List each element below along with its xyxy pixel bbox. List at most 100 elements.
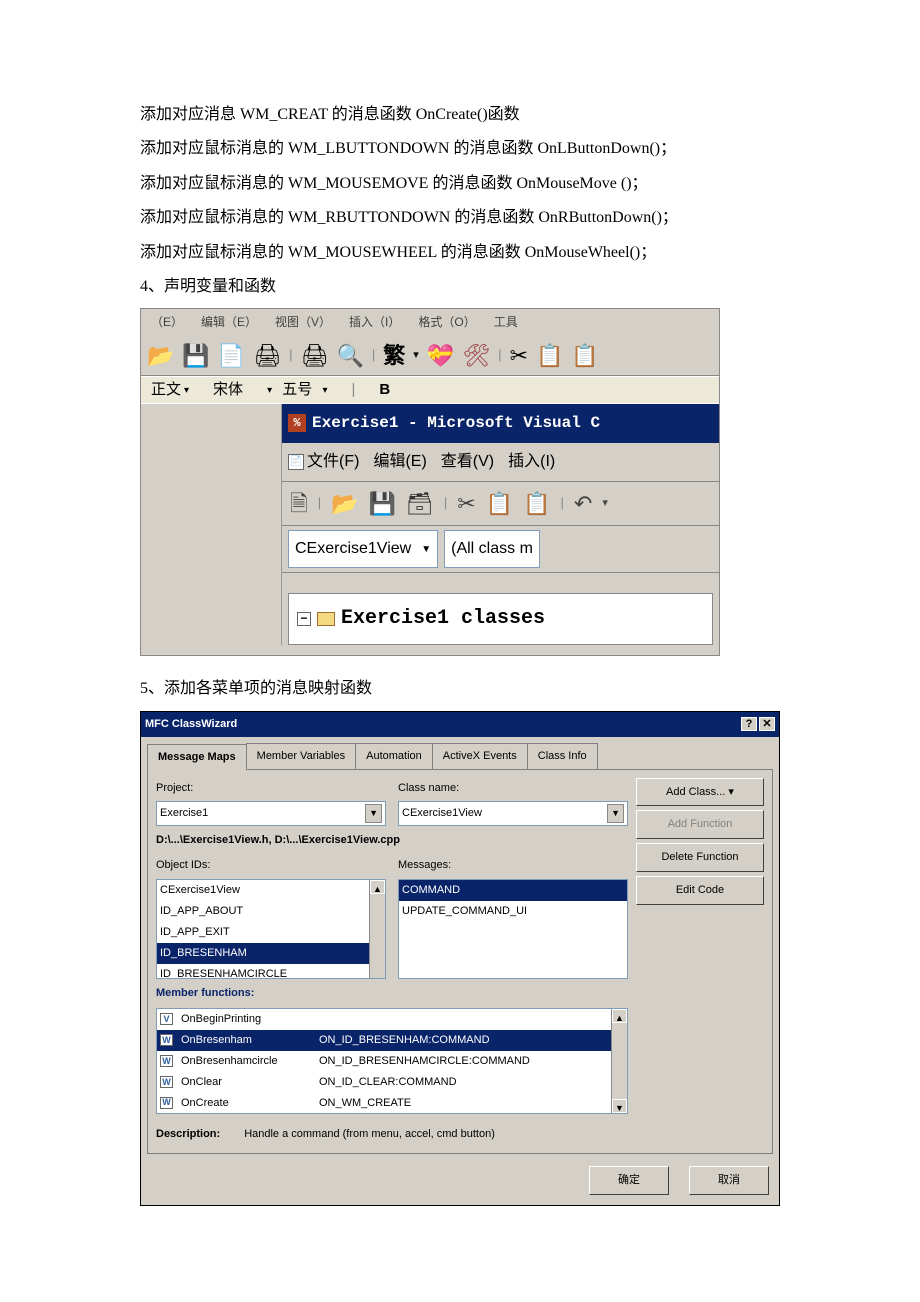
para-5: 添加对应鼠标消息的 WM_MOUSEWHEEL 的消息函数 OnMouseWhe… — [140, 238, 780, 268]
copy2-icon[interactable]: 📋 — [486, 483, 513, 525]
open-icon[interactable]: 📂 — [147, 335, 174, 377]
list-item[interactable]: ID_BRESENHAMCIRCLE — [157, 964, 385, 979]
style-name-combo[interactable]: 正文▾ — [151, 376, 189, 405]
list-item[interactable]: UPDATE_COMMAND_UI — [399, 901, 627, 922]
add-class-button[interactable]: Add Class... ▾ — [636, 778, 764, 807]
delete-function-button[interactable]: Delete Function — [636, 843, 764, 872]
list-item[interactable]: ID_APP_EXIT — [157, 922, 385, 943]
project-combo[interactable]: Exercise1 ▼ — [156, 801, 386, 826]
windows-msg-icon: W — [160, 1034, 173, 1046]
cut-icon[interactable]: ✂ — [510, 335, 528, 377]
classname-label: Class name: — [398, 778, 628, 799]
desc-label: Description: — [156, 1124, 220, 1145]
outer-menu-item[interactable]: 插入（I） — [349, 311, 400, 334]
vs-menu-insert[interactable]: 插入(I) — [508, 447, 555, 477]
print-icon[interactable]: 🖨 — [253, 335, 281, 377]
font-combo[interactable]: 宋体 — [213, 376, 243, 405]
class-tree[interactable]: − Exercise1 classes — [288, 593, 713, 645]
dialog-title: MFC ClassWizard — [145, 714, 237, 735]
paste-icon[interactable]: 📋 — [571, 335, 598, 377]
member-combo[interactable]: (All class m — [444, 530, 540, 568]
memfn-label: Member functions: — [156, 983, 628, 1004]
memfn-row[interactable]: W OnClear ON_ID_CLEAR:COMMAND — [157, 1072, 627, 1093]
list-item[interactable]: ID_BRESENHAM — [157, 943, 385, 964]
memfn-row[interactable]: W OnBresenhamcircle ON_ID_BRESENHAMCIRCL… — [157, 1051, 627, 1072]
tab-activex-events[interactable]: ActiveX Events — [432, 743, 528, 769]
print-all-icon[interactable]: 🖨 — [301, 335, 329, 377]
classname-combo[interactable]: CExercise1View ▼ — [398, 801, 628, 826]
outer-menu-item[interactable]: 编辑（E） — [201, 311, 257, 334]
bold-icon[interactable]: B — [379, 376, 390, 405]
list-item[interactable]: CExercise1View — [157, 880, 385, 901]
paste2-icon[interactable]: 📋 — [523, 483, 550, 525]
objectids-list[interactable]: CExercise1View ID_APP_ABOUT ID_APP_EXIT … — [156, 879, 386, 979]
tool-icon[interactable]: 🛠 — [462, 335, 490, 377]
ok-button[interactable]: 确定 — [589, 1166, 669, 1195]
description-row: Description: Handle a command (from menu… — [156, 1124, 628, 1145]
project-value: Exercise1 — [160, 803, 208, 824]
messages-list[interactable]: COMMAND UPDATE_COMMAND_UI — [398, 879, 628, 979]
vs-menu: 📄文件(F) 编辑(E) 查看(V) 插入(I) — [282, 443, 719, 482]
para-3: 添加对应鼠标消息的 WM_MOUSEMOVE 的消息函数 OnMouseMove… — [140, 169, 780, 199]
scissors-icon[interactable]: ✂ — [457, 483, 475, 525]
outer-menu-item[interactable]: （E） — [151, 311, 183, 334]
tab-automation[interactable]: Automation — [355, 743, 433, 769]
messages-label: Messages: — [398, 855, 628, 876]
memfn-row[interactable]: V OnBeginPrinting — [157, 1009, 627, 1030]
undo-dd-icon[interactable]: ▾ — [602, 493, 608, 514]
outer-toolbar: 📂 💾 📄 🖨 | 🖨 🔍 | 繁 ▾ 💝 🛠 | ✂ 📋 📋 — [141, 336, 719, 376]
dropdown-icon[interactable]: ▾ — [413, 345, 419, 366]
vs-menu-view[interactable]: 查看(V) — [441, 447, 494, 477]
char-icon[interactable]: 繁 — [383, 335, 405, 377]
outer-menu-item[interactable]: 视图（V） — [275, 311, 331, 334]
scrollbar[interactable]: ▲ ▼ — [611, 1009, 627, 1113]
memfn-row[interactable]: W OnCreate ON_WM_CREATE — [157, 1093, 627, 1114]
chevron-down-icon: ▼ — [421, 540, 431, 559]
para-1: 添加对应消息 WM_CREAT 的消息函数 OnCreate()函数 — [140, 100, 780, 130]
vs-window-title: Exercise1 - Microsoft Visual C — [312, 408, 600, 438]
add-function-button[interactable]: Add Function — [636, 810, 764, 839]
open-folder-icon[interactable]: 📂 — [331, 483, 358, 525]
outer-menu: （E） 编辑（E） 视图（V） 插入（I） 格式（O） 工具 — [141, 309, 719, 336]
new-doc-icon[interactable]: 🗎 — [290, 483, 308, 525]
document-text: 添加对应消息 WM_CREAT 的消息函数 OnCreate()函数 添加对应鼠… — [140, 100, 780, 302]
vs-toolbar: 🗎 | 📂 💾 🗃 | ✂ 📋 📋 | ↶ ▾ — [282, 482, 719, 526]
objectids-label: Object IDs: — [156, 855, 386, 876]
undo-icon[interactable]: ↶ — [574, 483, 592, 525]
tab-message-maps[interactable]: Message Maps — [147, 744, 247, 770]
preview-icon[interactable]: 🔍 — [336, 335, 363, 377]
visual-studio-inner: % Exercise1 - Microsoft Visual C 📄文件(F) … — [281, 404, 719, 645]
class-combo[interactable]: CExercise1View ▼ — [288, 530, 438, 568]
list-item[interactable]: COMMAND — [399, 880, 627, 901]
vs-menu-file[interactable]: 📄文件(F) — [288, 447, 359, 477]
chevron-down-icon: ▼ — [365, 804, 382, 823]
save-all-icon[interactable]: 🗃 — [406, 483, 434, 525]
outer-menu-item[interactable]: 工具 — [494, 311, 518, 334]
spell-icon[interactable]: 💝 — [427, 335, 454, 377]
tree-root-label: Exercise1 classes — [341, 600, 545, 638]
help-icon[interactable]: ? — [741, 717, 757, 731]
edit-code-button[interactable]: Edit Code — [636, 876, 764, 905]
new-icon[interactable]: 📄 — [218, 335, 245, 377]
close-icon[interactable]: ✕ — [759, 717, 775, 731]
tab-class-info[interactable]: Class Info — [527, 743, 598, 769]
para-7: 5、添加各菜单项的消息映射函数 — [140, 674, 780, 704]
para-6: 4、声明变量和函数 — [140, 272, 780, 302]
list-item[interactable]: ID_APP_ABOUT — [157, 901, 385, 922]
cancel-button[interactable]: 取消 — [689, 1166, 769, 1195]
dialog-title-bar: MFC ClassWizard ? ✕ — [141, 712, 779, 737]
outer-menu-item[interactable]: 格式（O） — [418, 311, 475, 334]
copy-icon[interactable]: 📋 — [536, 335, 563, 377]
member-functions-list[interactable]: V OnBeginPrinting W OnBresenham ON_ID_BR… — [156, 1008, 628, 1114]
save-icon[interactable]: 💾 — [182, 335, 209, 377]
save-floppy-icon[interactable]: 💾 — [369, 483, 396, 525]
memfn-row[interactable]: W OnBresenham ON_ID_BRESENHAM:COMMAND — [157, 1030, 627, 1051]
tree-expand-icon[interactable]: − — [297, 612, 311, 626]
tab-member-variables[interactable]: Member Variables — [246, 743, 356, 769]
folder-icon — [317, 612, 335, 626]
size-combo[interactable]: ▾ 五号 ▾ — [267, 376, 327, 405]
vs-class-combo-row: CExercise1View ▼ (All class m — [282, 526, 719, 573]
vs-menu-edit[interactable]: 编辑(E) — [373, 447, 426, 477]
classname-value: CExercise1View — [402, 803, 482, 824]
scrollbar[interactable]: ▲ — [369, 880, 385, 978]
